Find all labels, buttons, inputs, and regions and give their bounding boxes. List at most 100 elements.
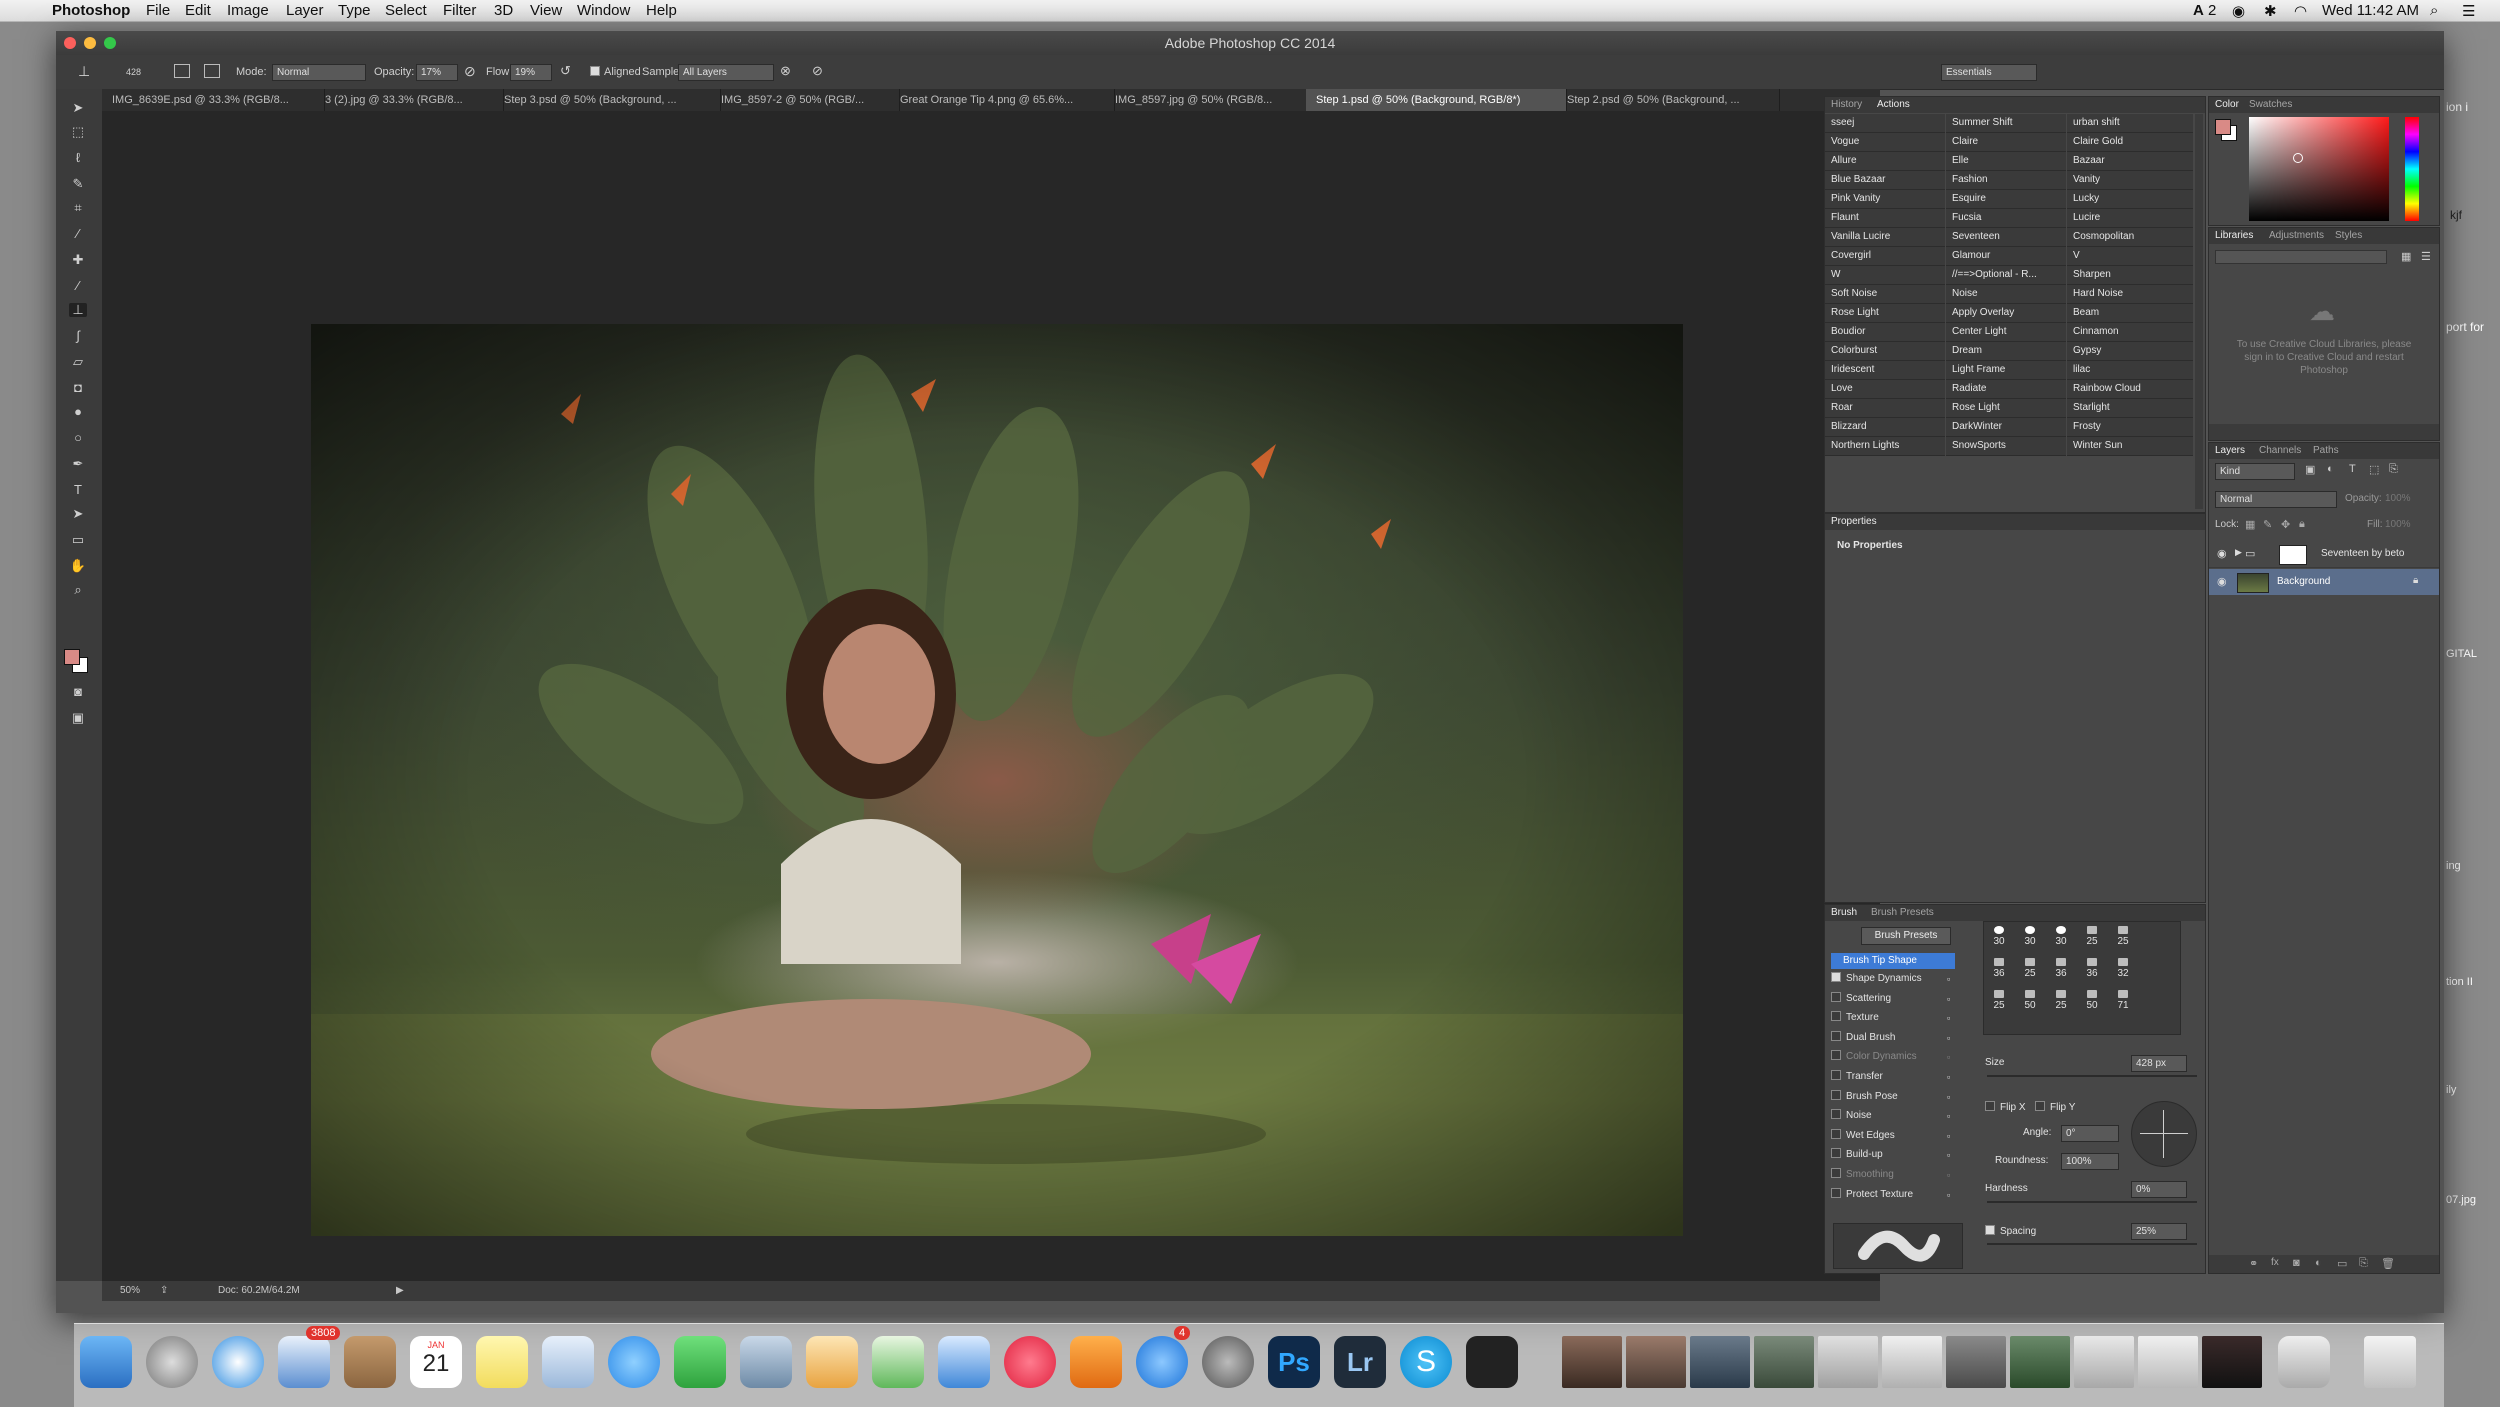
brush-option-item[interactable]: Texture ▫ bbox=[1831, 1010, 1950, 1026]
menu-help[interactable]: Help bbox=[646, 2, 677, 19]
action-item[interactable]: Soft Noise bbox=[1825, 285, 1945, 304]
new-layer-icon[interactable]: ⎘ bbox=[2359, 1257, 2368, 1270]
action-item[interactable]: Claire Gold bbox=[2067, 133, 2193, 152]
brush-option-checkbox[interactable] bbox=[1831, 972, 1841, 982]
action-item[interactable]: Lucky bbox=[2067, 190, 2193, 209]
opacity-field[interactable]: 17% bbox=[416, 64, 458, 81]
itunes-icon[interactable] bbox=[1004, 1336, 1056, 1388]
brush-option-item[interactable]: Scattering ▫ bbox=[1831, 991, 1950, 1007]
lock-icon[interactable]: ▫ bbox=[1947, 971, 1950, 987]
action-item[interactable]: Glamour bbox=[1946, 247, 2066, 266]
fill-field[interactable]: 100% bbox=[2385, 519, 2411, 530]
tab-color[interactable]: Color bbox=[2215, 97, 2239, 113]
action-item[interactable]: Lucire bbox=[2067, 209, 2193, 228]
workspace-select[interactable]: Essentials bbox=[1941, 64, 2037, 81]
paint-bucket-tool-icon[interactable]: ◘ bbox=[69, 381, 87, 395]
keynote-icon[interactable] bbox=[938, 1336, 990, 1388]
brush-option-checkbox[interactable] bbox=[1831, 1148, 1841, 1159]
tab-history[interactable]: History bbox=[1831, 97, 1862, 113]
brush-option-checkbox[interactable] bbox=[1831, 1128, 1841, 1139]
action-item[interactable]: lilac bbox=[2067, 361, 2193, 380]
brush-option-checkbox[interactable] bbox=[1831, 1011, 1841, 1022]
eyedropper-tool-icon[interactable]: ⁄ bbox=[69, 227, 87, 241]
action-item[interactable]: Northern Lights bbox=[1825, 437, 1945, 456]
action-item[interactable]: DarkWinter bbox=[1946, 418, 2066, 437]
tab-properties[interactable]: Properties bbox=[1831, 514, 1877, 530]
action-item[interactable]: Beam bbox=[2067, 304, 2193, 323]
doc-size[interactable]: Doc: 60.2M/64.2M bbox=[218, 1281, 300, 1301]
action-item[interactable]: Fucsia bbox=[1946, 209, 2066, 228]
tab-styles[interactable]: Styles bbox=[2335, 228, 2362, 244]
tab-brush[interactable]: Brush bbox=[1831, 905, 1857, 921]
brush-tip-preset[interactable] bbox=[2025, 990, 2035, 998]
brush-option-item[interactable]: Wet Edges ▫ bbox=[1831, 1128, 1950, 1144]
brush-tip-preset[interactable] bbox=[2118, 926, 2128, 934]
actions-scrollbar[interactable] bbox=[2195, 114, 2203, 509]
hand-tool-icon[interactable]: ✋ bbox=[69, 559, 87, 573]
numbers-icon[interactable] bbox=[872, 1336, 924, 1388]
action-item[interactable]: Winter Sun bbox=[2067, 437, 2193, 456]
blur-tool-icon[interactable]: ● bbox=[69, 405, 87, 419]
layer-name[interactable]: Seventeen by beto bbox=[2321, 548, 2404, 559]
flow-field[interactable]: 19% bbox=[510, 64, 552, 81]
contacts-icon[interactable] bbox=[344, 1336, 396, 1388]
expand-group-icon[interactable]: ▶ bbox=[2235, 547, 2242, 558]
brush-tip-preset[interactable] bbox=[2056, 926, 2066, 934]
menu-select[interactable]: Select bbox=[385, 2, 427, 19]
lock-icon[interactable]: ▫ bbox=[1947, 1089, 1950, 1105]
lock-all-icon[interactable]: 🔒︎ bbox=[2299, 518, 2305, 531]
add-mask-icon[interactable]: ◙ bbox=[2293, 1257, 2300, 1269]
skype-icon[interactable]: S bbox=[1400, 1336, 1452, 1388]
angle-roundness-dial[interactable] bbox=[2131, 1101, 2197, 1167]
app-store-icon[interactable] bbox=[1136, 1336, 1188, 1388]
new-adjustment-icon[interactable]: ◐ bbox=[2315, 1257, 2322, 1269]
document-canvas[interactable] bbox=[311, 324, 1683, 1236]
menu-filter[interactable]: Filter bbox=[443, 2, 476, 19]
action-item[interactable]: Allure bbox=[1825, 152, 1945, 171]
tab-swatches[interactable]: Swatches bbox=[2249, 97, 2292, 113]
clone-source-panel-icon[interactable] bbox=[204, 64, 220, 78]
lock-icon[interactable]: ▫ bbox=[1947, 1010, 1950, 1026]
menu-layer[interactable]: Layer bbox=[286, 2, 324, 19]
action-item[interactable]: Iridescent bbox=[1825, 361, 1945, 380]
menu-type[interactable]: Type bbox=[338, 2, 371, 19]
brush-tip-preset[interactable] bbox=[2056, 958, 2066, 966]
filter-smart-object-icon[interactable]: ⎘ bbox=[2389, 463, 2398, 476]
action-item[interactable]: Sharpen bbox=[2067, 266, 2193, 285]
library-select[interactable] bbox=[2215, 250, 2387, 264]
action-item[interactable]: Frosty bbox=[2067, 418, 2193, 437]
gopro-icon[interactable] bbox=[1466, 1336, 1518, 1388]
action-item[interactable]: Rainbow Cloud bbox=[2067, 380, 2193, 399]
lock-icon[interactable]: ▫ bbox=[1947, 1069, 1950, 1085]
launchpad-icon[interactable] bbox=[146, 1336, 198, 1388]
brush-tip-preset[interactable] bbox=[2087, 990, 2097, 998]
stack-thumbnail-icon[interactable] bbox=[2074, 1336, 2134, 1388]
calendar-icon[interactable]: JAN 21 bbox=[410, 1336, 462, 1388]
brush-tip-grid[interactable]: 30 30 30 25 25 36 25 36 36 32 25 50 25 50 71 bbox=[1983, 921, 2181, 1035]
stack-thumbnail-icon[interactable] bbox=[1882, 1336, 1942, 1388]
ignore-adjustment-layers-icon[interactable]: ⊗ bbox=[780, 63, 791, 79]
brush-tip-preset[interactable] bbox=[1994, 958, 2004, 966]
brush-tip-preset[interactable] bbox=[2025, 926, 2035, 934]
link-layers-icon[interactable]: ⚭ bbox=[2249, 1257, 2258, 1270]
size-field[interactable]: 428 px bbox=[2131, 1055, 2187, 1072]
brush-tip-preset[interactable] bbox=[2056, 990, 2066, 998]
hardness-slider[interactable] bbox=[1987, 1201, 2197, 1203]
tab-paths[interactable]: Paths bbox=[2313, 443, 2339, 459]
flip-x-checkbox[interactable]: Flip X bbox=[1985, 1101, 2026, 1113]
lock-pixels-icon[interactable]: ✎ bbox=[2263, 518, 2272, 531]
status-menu-arrow-icon[interactable]: ▶ bbox=[396, 1281, 404, 1301]
brush-option-item[interactable]: Shape Dynamics ▫ bbox=[1831, 971, 1950, 987]
brush-tip-preset[interactable] bbox=[1994, 926, 2004, 934]
pressure-opacity-icon[interactable]: ⊘ bbox=[464, 63, 476, 80]
action-item[interactable]: Claire bbox=[1946, 133, 2066, 152]
tab-libraries[interactable]: Libraries bbox=[2215, 228, 2253, 244]
photoshop-icon[interactable]: Ps bbox=[1268, 1336, 1320, 1388]
stack-thumbnail-icon[interactable] bbox=[1562, 1336, 1622, 1388]
zoom-tool-icon[interactable]: ⌕ bbox=[69, 583, 87, 597]
brush-tip-preset[interactable] bbox=[1994, 990, 2004, 998]
document-tab[interactable]: IMG_8639E.psd @ 33.3% (RGB/8... bbox=[102, 89, 325, 111]
quick-mask-icon[interactable]: ◙ bbox=[69, 685, 87, 699]
system-preferences-icon[interactable] bbox=[1202, 1336, 1254, 1388]
action-item[interactable]: Love bbox=[1825, 380, 1945, 399]
